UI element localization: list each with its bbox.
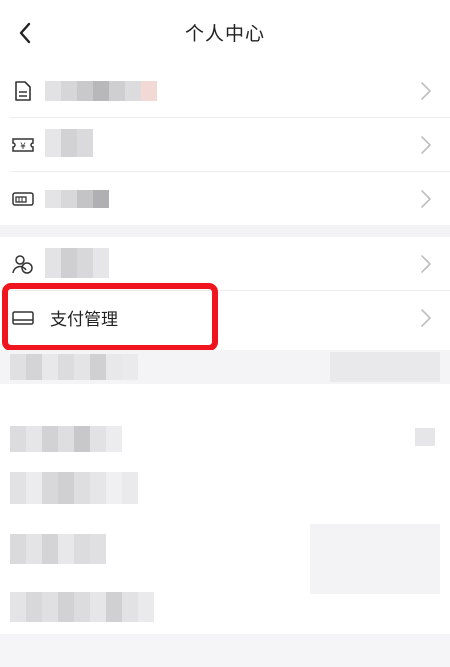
menu-item-wallet[interactable]	[0, 172, 450, 225]
users-icon	[11, 252, 35, 276]
svg-text:¥: ¥	[20, 142, 26, 152]
navigation-bar: 个人中心	[0, 0, 450, 64]
bank-card-icon	[11, 306, 35, 330]
menu-item-payment-management[interactable]: 支付管理	[0, 291, 450, 344]
redacted-row	[10, 426, 122, 452]
back-button[interactable]	[10, 16, 40, 50]
chevron-right-icon	[421, 189, 431, 208]
redacted-block	[415, 428, 435, 446]
menu-item-label: 支付管理	[50, 310, 118, 330]
menu-item-users[interactable]	[0, 237, 450, 290]
redacted-content	[0, 344, 450, 667]
chevron-right-icon	[421, 81, 431, 100]
wallet-card-icon	[11, 187, 35, 211]
page-title: 个人中心	[184, 22, 265, 45]
redacted-label	[45, 189, 109, 208]
redacted-row	[10, 472, 138, 504]
redacted-block	[330, 352, 440, 382]
redacted-label	[45, 247, 109, 278]
chevron-right-icon	[421, 254, 431, 273]
document-icon	[11, 79, 35, 103]
menu-item-document[interactable]	[0, 64, 450, 117]
menu-item-ticket[interactable]: ¥	[0, 118, 450, 171]
section-gap	[0, 225, 450, 237]
redacted-band	[0, 634, 450, 667]
chevron-right-icon	[421, 308, 431, 327]
redacted-label	[45, 80, 157, 101]
redacted-block	[310, 524, 440, 594]
redacted-label	[45, 128, 93, 157]
redacted-row	[10, 592, 154, 622]
redacted-row	[10, 534, 106, 564]
chevron-right-icon	[421, 135, 431, 154]
chevron-left-icon	[19, 22, 31, 44]
redacted-row	[10, 354, 138, 380]
yuan-ticket-icon: ¥	[11, 133, 35, 157]
